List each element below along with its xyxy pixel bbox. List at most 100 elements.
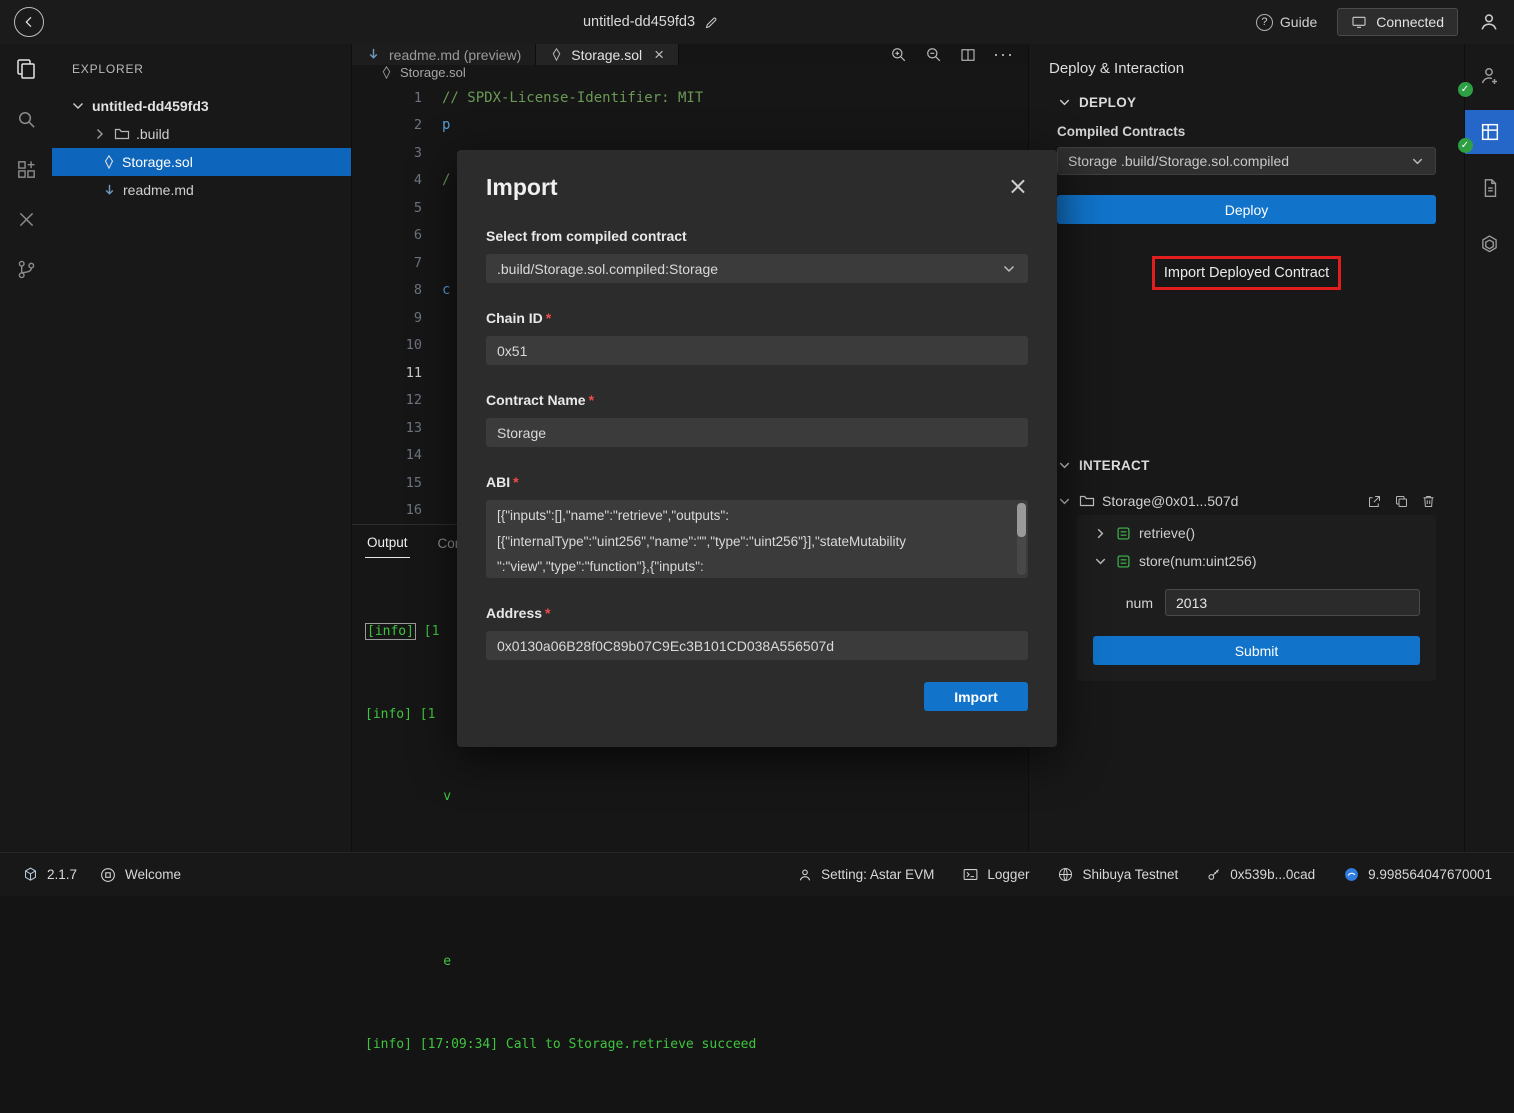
- check-badge: ✓: [1458, 82, 1473, 97]
- storage-file-label: Storage.sol: [122, 154, 193, 170]
- network-item[interactable]: Shibuya Testnet: [1057, 866, 1178, 883]
- delete-icon[interactable]: [1421, 494, 1436, 509]
- required-marker: *: [589, 392, 594, 408]
- markdown-file-icon: [366, 47, 381, 62]
- line-number: 9: [352, 310, 434, 326]
- account-label: 0x539b...0cad: [1230, 867, 1315, 882]
- account-item[interactable]: 0x539b...0cad: [1206, 867, 1315, 883]
- chevron-right-icon: [92, 126, 108, 142]
- code-line[interactable]: 1// SPDX-License-Identifier: MIT: [352, 84, 1028, 112]
- import-modal: Import × Select from compiled contract .…: [457, 150, 1057, 747]
- solidity-file-icon: [380, 66, 393, 79]
- submit-button[interactable]: Submit: [1093, 636, 1420, 665]
- check-badge: ✓: [1458, 138, 1473, 153]
- logger-label: Logger: [987, 867, 1029, 882]
- address-input[interactable]: [486, 631, 1028, 660]
- chain-id-input[interactable]: [486, 336, 1028, 365]
- search-icon: [15, 108, 38, 131]
- openai-icon: [1478, 233, 1501, 256]
- tree-root-folder[interactable]: untitled-dd459fd3: [52, 92, 351, 120]
- solidity-file-icon: [102, 155, 116, 169]
- chevron-down-icon: [1057, 95, 1072, 110]
- version-item[interactable]: 2.1.7: [22, 866, 77, 883]
- extensions-activity-button[interactable]: [0, 152, 52, 186]
- extensions-icon: [15, 158, 38, 181]
- logger-item[interactable]: Logger: [962, 866, 1029, 883]
- num-param-input[interactable]: [1165, 589, 1420, 616]
- tree-item-storage-sol[interactable]: Storage.sol: [52, 148, 351, 176]
- function-row-store[interactable]: store(num:uint256): [1093, 547, 1420, 575]
- code-text: p: [434, 117, 450, 133]
- deploy-button[interactable]: Deploy: [1057, 195, 1436, 224]
- welcome-label: Welcome: [125, 867, 181, 882]
- close-tab-icon[interactable]: ×: [654, 45, 664, 65]
- line-number: 15: [352, 475, 434, 491]
- import-deployed-contract-button[interactable]: Import Deployed Contract: [1152, 256, 1341, 290]
- deploy-section-header[interactable]: DEPLOY: [1057, 95, 1436, 110]
- connected-button[interactable]: Connected: [1337, 8, 1458, 36]
- git-activity-button[interactable]: [0, 252, 52, 286]
- tab-storage[interactable]: Storage.sol ×: [536, 44, 679, 65]
- open-external-icon[interactable]: [1367, 494, 1382, 509]
- abi-scrollbar-track[interactable]: [1017, 503, 1026, 575]
- tab-readme[interactable]: readme.md (preview): [352, 44, 536, 65]
- tree-item-build[interactable]: .build: [52, 120, 351, 148]
- import-submit-button[interactable]: Import: [924, 682, 1028, 711]
- interact-section-header[interactable]: INTERACT: [1057, 458, 1436, 473]
- x-tool-activity-button[interactable]: [0, 202, 52, 236]
- breadcrumb[interactable]: Storage.sol: [352, 65, 1028, 80]
- log-line: e: [365, 948, 1028, 976]
- explorer-activity-button[interactable]: [0, 52, 52, 86]
- zoom-in-icon[interactable]: [889, 45, 908, 64]
- back-arrow-icon: [21, 14, 37, 30]
- line-number: 2: [352, 117, 434, 133]
- compiled-select-value: .build/Storage.sol.compiled:Storage: [497, 261, 718, 277]
- terminal-icon: [962, 866, 979, 883]
- code-line[interactable]: 2p: [352, 112, 1028, 140]
- user-avatar-icon[interactable]: [1478, 11, 1500, 33]
- abi-textarea[interactable]: [{"inputs":[],"name":"retrieve","outputs…: [486, 500, 1028, 578]
- function-row-retrieve[interactable]: retrieve(): [1093, 519, 1420, 547]
- line-number: 8: [352, 282, 434, 298]
- store-function-label: store(num:uint256): [1139, 553, 1257, 569]
- retrieve-function-label: retrieve(): [1139, 525, 1195, 541]
- guide-button[interactable]: ? Guide: [1256, 14, 1317, 31]
- line-number: 13: [352, 420, 434, 436]
- more-actions-icon[interactable]: ···: [993, 44, 1014, 65]
- welcome-item[interactable]: Welcome: [99, 866, 181, 884]
- account-activity-button[interactable]: ✓: [1465, 54, 1514, 98]
- interaction-activity-button[interactable]: ✓: [1465, 110, 1514, 154]
- back-button[interactable]: [14, 7, 44, 37]
- x-icon: [16, 209, 37, 230]
- compiled-contract-select[interactable]: .build/Storage.sol.compiled:Storage: [486, 254, 1028, 283]
- folder-icon: [1079, 493, 1095, 509]
- tab-output[interactable]: Output: [365, 528, 410, 558]
- tree-item-readme-md[interactable]: readme.md: [52, 176, 351, 204]
- abi-scrollbar-thumb[interactable]: [1017, 503, 1026, 537]
- abi-label: ABI*: [486, 474, 1028, 490]
- contract-functions-panel: retrieve() store(num:uint256) num Submit: [1077, 515, 1436, 681]
- root-folder-label: untitled-dd459fd3: [92, 98, 209, 114]
- log-tag: [info]: [365, 623, 416, 640]
- modal-close-icon[interactable]: ×: [1008, 174, 1028, 198]
- window-title: untitled-dd459fd3: [583, 14, 695, 30]
- report-activity-button[interactable]: [1465, 166, 1514, 210]
- zoom-out-icon[interactable]: [924, 45, 943, 64]
- copy-icon[interactable]: [1394, 494, 1409, 509]
- balance-label: 9.998564047670001: [1368, 867, 1492, 882]
- code-text: // SPDX-License-Identifier: MIT: [434, 90, 703, 106]
- split-editor-icon[interactable]: [959, 46, 977, 64]
- monitor-icon: [1351, 14, 1367, 30]
- help-icon: ?: [1256, 14, 1273, 31]
- explorer-sidebar: EXPLORER untitled-dd459fd3 .build Storag…: [52, 44, 352, 852]
- activity-bar-right: ✓ ✓: [1464, 44, 1514, 852]
- line-number: 5: [352, 200, 434, 216]
- contract-name-input[interactable]: [486, 418, 1028, 447]
- edit-title-icon[interactable]: [704, 15, 719, 30]
- balance-item[interactable]: 9.998564047670001: [1343, 866, 1492, 883]
- search-activity-button[interactable]: [0, 102, 52, 136]
- setting-item[interactable]: Setting: Astar EVM: [797, 867, 934, 883]
- compiled-contract-select[interactable]: Storage .build/Storage.sol.compiled: [1057, 147, 1436, 175]
- contract-instance-row[interactable]: Storage@0x01...507d: [1057, 487, 1436, 515]
- ai-assistant-activity-button[interactable]: [1465, 222, 1514, 266]
